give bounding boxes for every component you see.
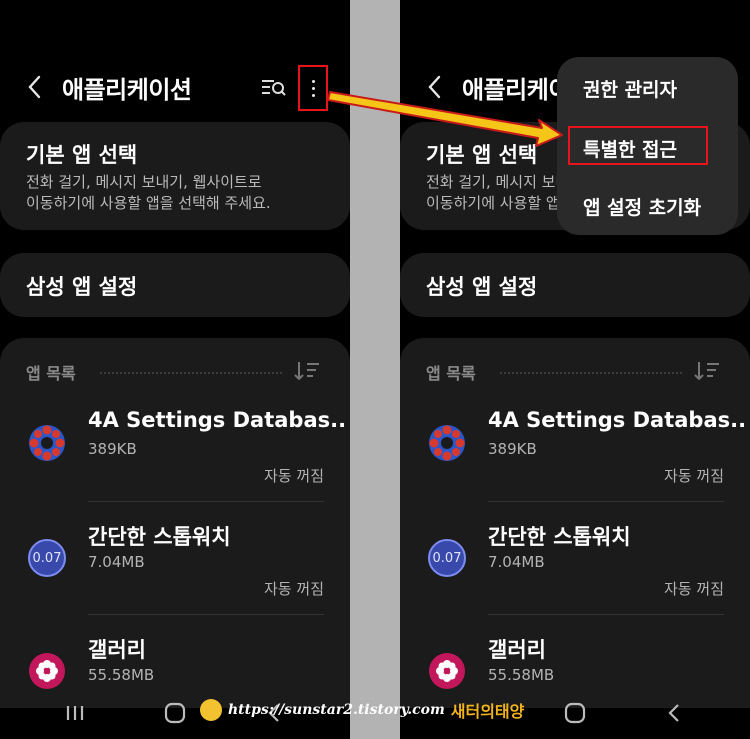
- sort-icon[interactable]: [294, 360, 320, 382]
- app-size: 389KB: [88, 440, 137, 458]
- row-divider: [88, 614, 324, 615]
- nav-back-icon[interactable]: [660, 700, 690, 726]
- more-options-button[interactable]: [298, 65, 328, 111]
- search-list-icon[interactable]: [260, 76, 288, 98]
- app-size: 7.04MB: [88, 553, 145, 571]
- app-list-label: 앱 목록: [26, 364, 76, 383]
- app-name: 갤러리: [488, 638, 546, 662]
- gallery-app-icon: [29, 653, 65, 689]
- watermark-url: https://sunstar2.tistory.com: [228, 702, 445, 718]
- app-name: 간단한 스톱워치: [488, 525, 631, 549]
- back-icon[interactable]: [22, 72, 48, 102]
- samsung-app-settings-card[interactable]: 삼성 앱 설정: [400, 253, 750, 317]
- app-name: 4A Settings Databas..: [488, 408, 747, 432]
- app-bar: 애플리케이션: [0, 62, 350, 114]
- app-size: 55.58MB: [88, 666, 155, 684]
- app-status: 자동 꺼짐: [264, 467, 324, 485]
- recents-icon[interactable]: [60, 700, 90, 726]
- default-apps-title: 기본 앱 선택: [26, 143, 138, 167]
- list-item[interactable]: 4A Settings Databas.. 389KB 자동 꺼짐: [0, 408, 350, 521]
- stopwatch-app-icon: 0.07: [428, 539, 466, 577]
- list-item[interactable]: 0.07 간단한 스톱워치 7.04MB 자동 꺼짐: [0, 521, 350, 634]
- row-divider: [88, 501, 324, 502]
- app-size: 55.58MB: [488, 666, 555, 684]
- section-divider: [100, 372, 282, 374]
- emoji-icon: [200, 699, 222, 721]
- menu-item-reset-app-preferences[interactable]: 앱 설정 초기화: [583, 193, 701, 220]
- watermark: https://sunstar2.tistory.com 새터의태양: [200, 696, 524, 724]
- section-divider: [500, 372, 682, 374]
- default-apps-desc: 전화 걸기, 메시지 보내기, 웹사이트로 이동하기에 사용할 앱을 선택해 주…: [26, 172, 271, 214]
- panel-divider: [350, 0, 400, 739]
- stopwatch-icon-text: 0.07: [432, 550, 462, 566]
- home-icon[interactable]: [560, 700, 590, 726]
- back-icon[interactable]: [422, 72, 448, 102]
- app-name: 갤러리: [88, 638, 146, 662]
- app-size: 389KB: [488, 440, 537, 458]
- app-name: 4A Settings Databas..: [88, 408, 347, 432]
- samsung-app-settings-card[interactable]: 삼성 앱 설정: [0, 253, 350, 317]
- stopwatch-app-icon: 0.07: [28, 539, 66, 577]
- samsung-app-settings-title: 삼성 앱 설정: [26, 275, 138, 299]
- menu-item-permission-manager[interactable]: 권한 관리자: [583, 75, 677, 102]
- default-apps-title: 기본 앱 선택: [426, 143, 538, 167]
- more-options-icon: [311, 79, 315, 97]
- left-screen: 애플리케이션 기본 앱 선택 전화 걸기, 메시지 보내기, 웹사이트로 이동하…: [0, 0, 350, 739]
- app-size: 7.04MB: [488, 553, 545, 571]
- page-title: 애플리케이션: [62, 76, 192, 104]
- list-item[interactable]: 0.07 간단한 스톱워치 7.04MB 자동 꺼짐: [400, 521, 750, 634]
- default-apps-card[interactable]: 기본 앱 선택 전화 걸기, 메시지 보내기, 웹사이트로 이동하기에 사용할 …: [0, 122, 350, 230]
- samsung-app-settings-title: 삼성 앱 설정: [426, 275, 538, 299]
- app-status: 자동 꺼짐: [264, 580, 324, 598]
- row-divider: [488, 614, 724, 615]
- watermark-brand: 새터의태양: [450, 702, 525, 721]
- app-list-label: 앱 목록: [426, 364, 476, 383]
- stopwatch-icon-text: 0.07: [32, 550, 62, 566]
- special-access-highlight-box: [568, 126, 708, 165]
- desc-line-1: 전화 걸기, 메시지 보내기, 웹사이트로: [26, 173, 262, 191]
- app-list-card: 앱 목록 4A Settings Databas.. 389KB 자동 꺼짐 0…: [400, 338, 750, 708]
- desc-line-2: 이동하기에 사용할 앱을 선택해 주세요.: [26, 194, 271, 212]
- sort-icon[interactable]: [694, 360, 720, 382]
- app-status: 자동 꺼짐: [664, 467, 724, 485]
- gear-app-icon: [429, 425, 465, 461]
- gear-app-icon: [29, 425, 65, 461]
- home-icon[interactable]: [160, 700, 190, 726]
- app-status: 자동 꺼짐: [664, 580, 724, 598]
- gallery-app-icon: [429, 653, 465, 689]
- list-item[interactable]: 4A Settings Databas.. 389KB 자동 꺼짐: [400, 408, 750, 521]
- app-list-card: 앱 목록 4A Settings Databas.. 389KB 자동 꺼짐 0…: [0, 338, 350, 708]
- row-divider: [488, 501, 724, 502]
- app-name: 간단한 스톱워치: [88, 525, 231, 549]
